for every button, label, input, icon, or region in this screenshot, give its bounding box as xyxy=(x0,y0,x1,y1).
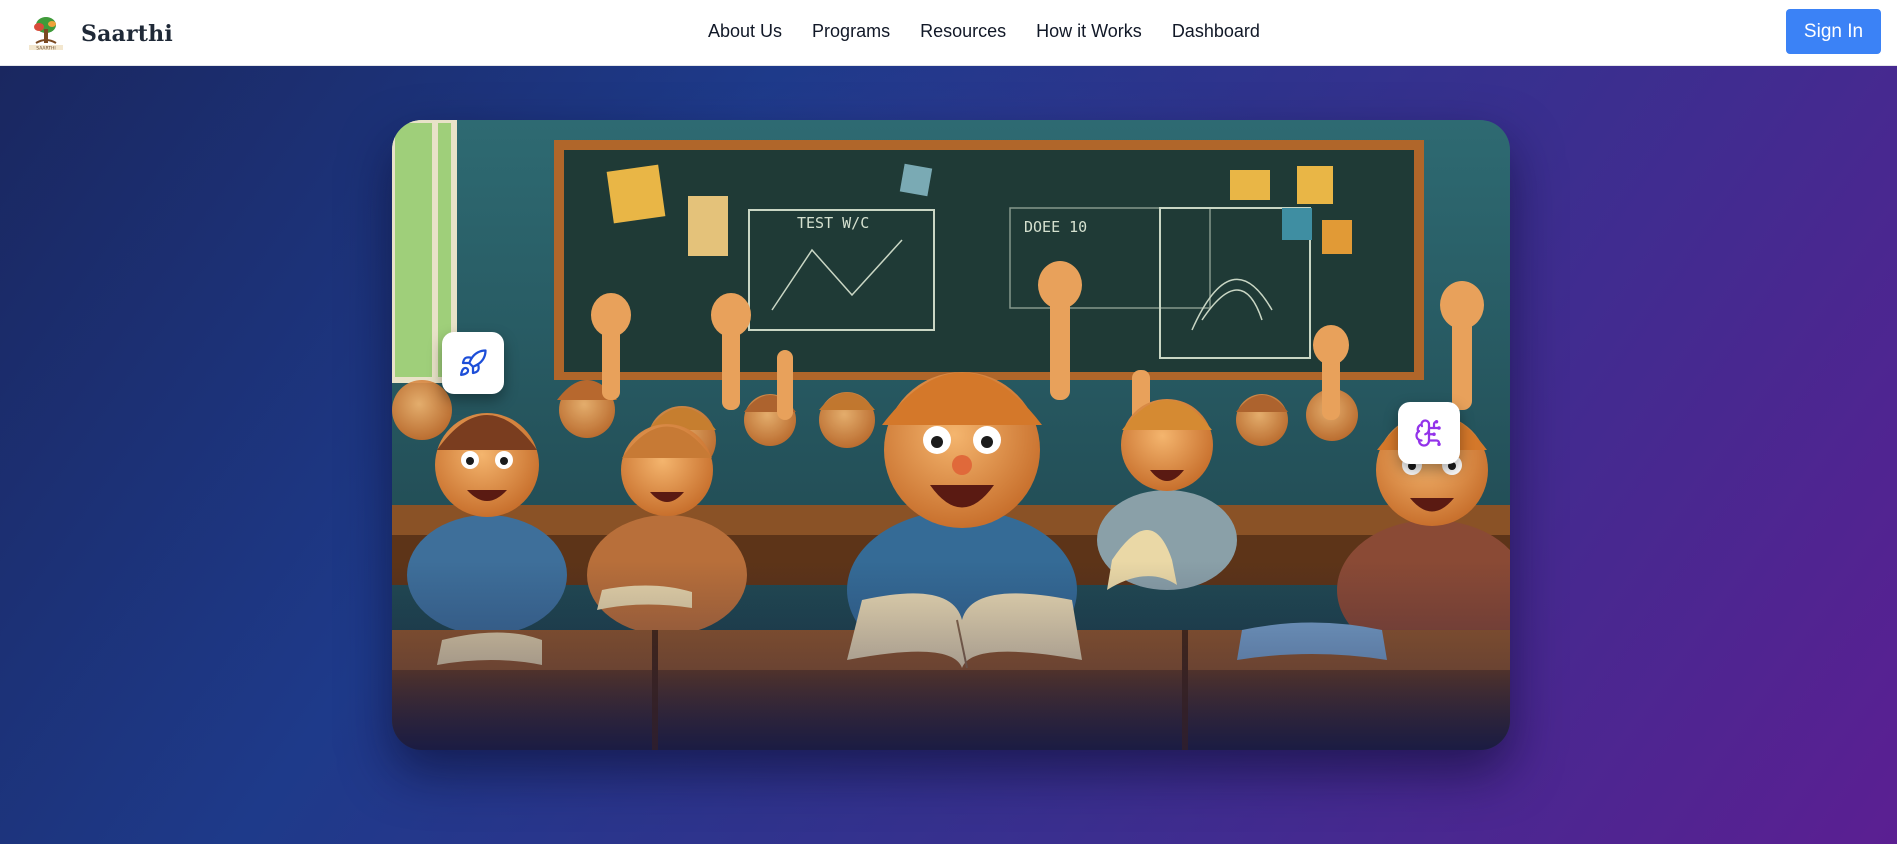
top-navbar: SAARTHI Saarthi About Us Programs Resour… xyxy=(0,0,1897,66)
nav-about-us[interactable]: About Us xyxy=(708,21,782,42)
brand[interactable]: SAARTHI Saarthi xyxy=(26,15,173,53)
nav-programs[interactable]: Programs xyxy=(812,21,890,42)
sign-in-button[interactable]: Sign In xyxy=(1786,9,1881,54)
nav-resources[interactable]: Resources xyxy=(920,21,1006,42)
nav-how-it-works[interactable]: How it Works xyxy=(1036,21,1142,42)
rocket-badge xyxy=(442,332,504,394)
nav-dashboard[interactable]: Dashboard xyxy=(1172,21,1260,42)
classroom-illustration: TEST W/C DOEE 10 xyxy=(392,120,1510,750)
hero-carousel: TEST W/C DOEE 10 xyxy=(392,120,1510,750)
rocket-icon xyxy=(460,349,487,376)
brain-icon xyxy=(1415,419,1441,447)
tree-logo-icon: SAARTHI xyxy=(29,17,63,52)
svg-text:SAARTHI: SAARTHI xyxy=(36,46,55,52)
hero-section: TEST W/C DOEE 10 xyxy=(0,66,1897,844)
main-nav: About Us Programs Resources How it Works… xyxy=(708,0,1260,62)
brain-badge xyxy=(1398,402,1460,464)
brand-name: Saarthi xyxy=(81,21,173,47)
